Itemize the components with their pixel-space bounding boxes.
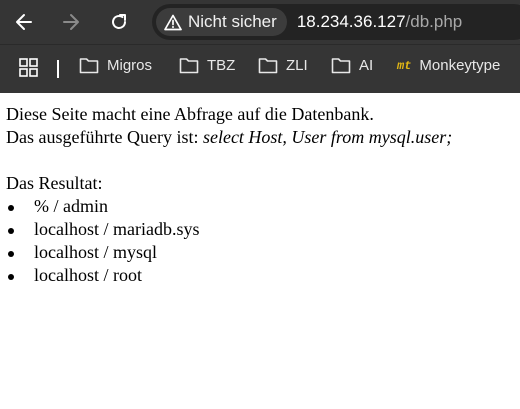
url-text[interactable]: 18.234.36.127/db.php — [297, 12, 462, 32]
forward-button[interactable] — [57, 8, 85, 36]
reload-button[interactable] — [105, 8, 133, 36]
url-host: 18.234.36.127 — [296, 12, 406, 31]
result-heading: Das Resultat: — [6, 173, 103, 193]
bookmark-zli[interactable]: ZLI — [258, 57, 308, 74]
list-item: localhost / mysql — [6, 241, 520, 264]
forward-arrow-icon — [63, 14, 79, 30]
warning-triangle-icon — [164, 14, 182, 30]
list-item: localhost / mariadb.sys — [6, 218, 520, 241]
apps-button[interactable] — [19, 58, 38, 77]
query-line: Das ausgeführte Query ist: select Host, … — [6, 126, 520, 149]
folder-icon — [179, 58, 199, 74]
list-item: % / admin — [6, 195, 520, 218]
bookmark-label: Monkeytype — [419, 57, 501, 74]
page-content: Diese Seite macht eine Abfrage auf die D… — [0, 93, 520, 287]
browser-chrome: Nicht sicher 18.234.36.127/db.php Migros — [0, 0, 520, 93]
address-bar[interactable]: Nicht sicher 18.234.36.127/db.php — [152, 4, 520, 40]
query-prefix: Das ausgeführte Query ist: — [6, 127, 203, 147]
list-item: localhost / root — [6, 264, 520, 287]
bookmark-label: Migros — [107, 57, 153, 74]
security-indicator[interactable]: Nicht sicher — [156, 8, 287, 36]
security-label: Nicht sicher — [188, 12, 277, 31]
back-button[interactable] — [10, 8, 38, 36]
folder-icon — [79, 58, 99, 74]
reload-icon — [112, 14, 126, 29]
intro-text: Diese Seite macht eine Abfrage auf die D… — [6, 104, 374, 124]
folder-icon — [331, 58, 351, 74]
bookmark-monkeytype[interactable]: mt Monkeytype — [397, 57, 500, 74]
bookmark-migros[interactable]: Migros — [79, 57, 152, 74]
apps-grid-icon — [19, 58, 38, 77]
bookmarks-bar: Migros TBZ ZLI AI mt Monkeytype — [0, 44, 520, 93]
result-list: % / admin localhost / mariadb.sys localh… — [6, 195, 520, 287]
folder-icon — [258, 58, 278, 74]
bookmarks-separator — [57, 60, 59, 78]
bookmark-label: ZLI — [286, 57, 308, 74]
bookmark-label: AI — [359, 57, 374, 74]
bookmark-tbz[interactable]: TBZ — [179, 57, 235, 74]
url-path: /db.php — [405, 12, 463, 31]
monkeytype-logo: mt — [397, 58, 412, 73]
back-arrow-icon — [16, 14, 32, 30]
bookmark-label: TBZ — [207, 57, 236, 74]
query-text: select Host, User from mysql.user; — [202, 127, 453, 147]
bookmark-ai[interactable]: AI — [331, 57, 373, 74]
navigation-bar: Nicht sicher 18.234.36.127/db.php — [0, 0, 520, 44]
